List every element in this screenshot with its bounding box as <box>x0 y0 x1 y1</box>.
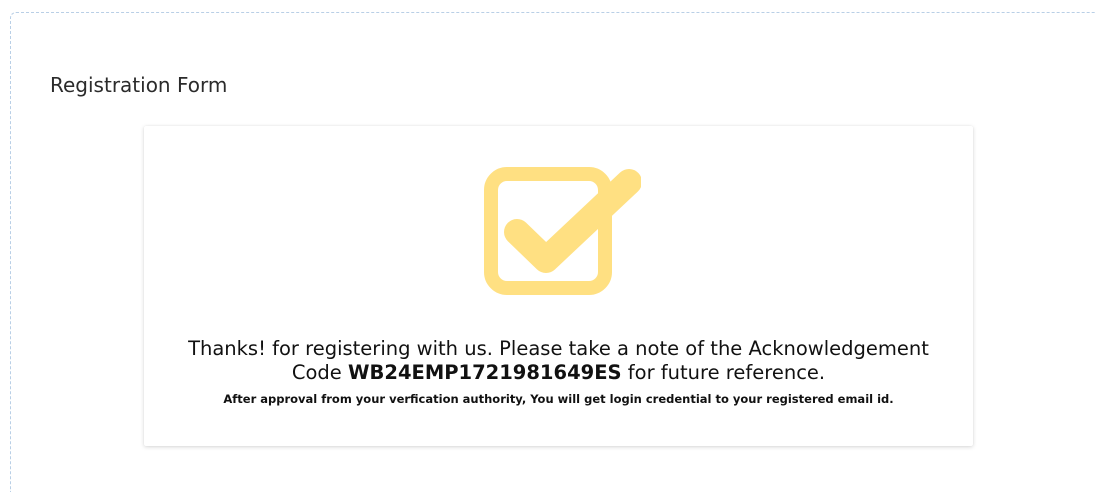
page-title: Registration Form <box>50 73 228 97</box>
thanks-line: Thanks! for registering with us. Please … <box>188 337 929 360</box>
checkbox-checked-icon <box>484 167 641 295</box>
code-suffix: for future reference. <box>621 361 826 384</box>
acknowledgement-code: WB24EMP1721981649ES <box>348 361 622 384</box>
success-card: Thanks! for registering with us. Please … <box>144 126 973 446</box>
code-line: Code WB24EMP1721981649ES for future refe… <box>144 361 973 385</box>
code-prefix: Code <box>291 361 348 384</box>
approval-note: After approval from your verfication aut… <box>223 392 894 406</box>
confirmation-message: Thanks! for registering with us. Please … <box>144 337 973 407</box>
